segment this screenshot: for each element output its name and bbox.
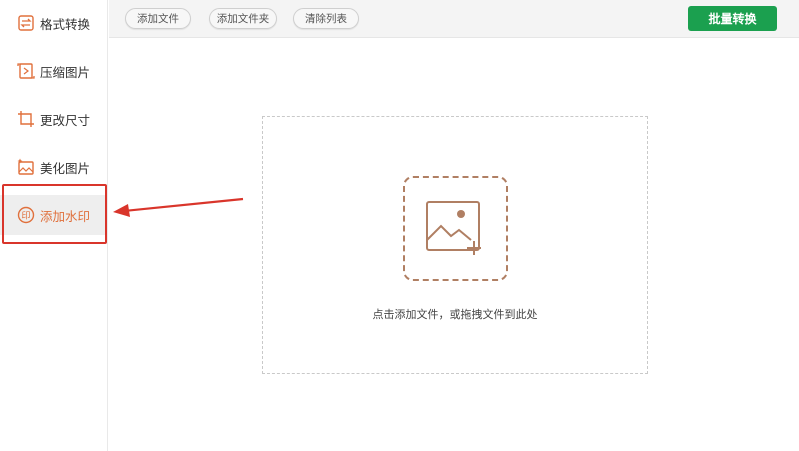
file-drop-zone[interactable]: 点击添加文件，或拖拽文件到此处	[262, 116, 648, 374]
sidebar-item-label: 压缩图片	[40, 64, 91, 80]
add-image-icon	[426, 201, 481, 255]
clear-list-button[interactable]: 清除列表	[293, 8, 359, 29]
beautify-image-icon	[17, 158, 35, 176]
pointer-arrow-icon	[113, 197, 244, 217]
sidebar-item-resize[interactable]: 更改尺寸	[0, 99, 107, 139]
sidebar-item-label: 美化图片	[40, 160, 91, 176]
toolbar: 添加文件 添加文件夹 清除列表 批量转换	[109, 0, 799, 38]
sidebar-item-format-convert[interactable]: 格式转换	[0, 3, 107, 43]
add-folder-button[interactable]: 添加文件夹	[209, 8, 277, 29]
resize-icon	[17, 110, 35, 128]
sidebar-item-beautify-image[interactable]: 美化图片	[0, 147, 107, 187]
sidebar-item-compress-image[interactable]: 压缩图片	[0, 51, 107, 91]
sidebar-item-label: 格式转换	[40, 16, 91, 32]
drop-hint: 点击添加文件，或拖拽文件到此处	[372, 308, 538, 321]
batch-convert-button[interactable]: 批量转换	[688, 6, 777, 31]
add-image-button[interactable]	[403, 176, 508, 281]
format-convert-icon	[17, 14, 35, 32]
watermark-icon: 印	[17, 206, 35, 224]
svg-text:印: 印	[21, 210, 30, 222]
compress-image-icon	[17, 62, 35, 80]
sidebar-item-add-watermark[interactable]: 印 添加水印	[0, 195, 107, 235]
sidebar-item-label: 更改尺寸	[40, 112, 91, 128]
add-file-button[interactable]: 添加文件	[125, 8, 191, 29]
sidebar-item-label: 添加水印	[40, 208, 91, 224]
sidebar: 格式转换 压缩图片 更改尺寸 美化图片 印 添加水印	[0, 0, 108, 451]
